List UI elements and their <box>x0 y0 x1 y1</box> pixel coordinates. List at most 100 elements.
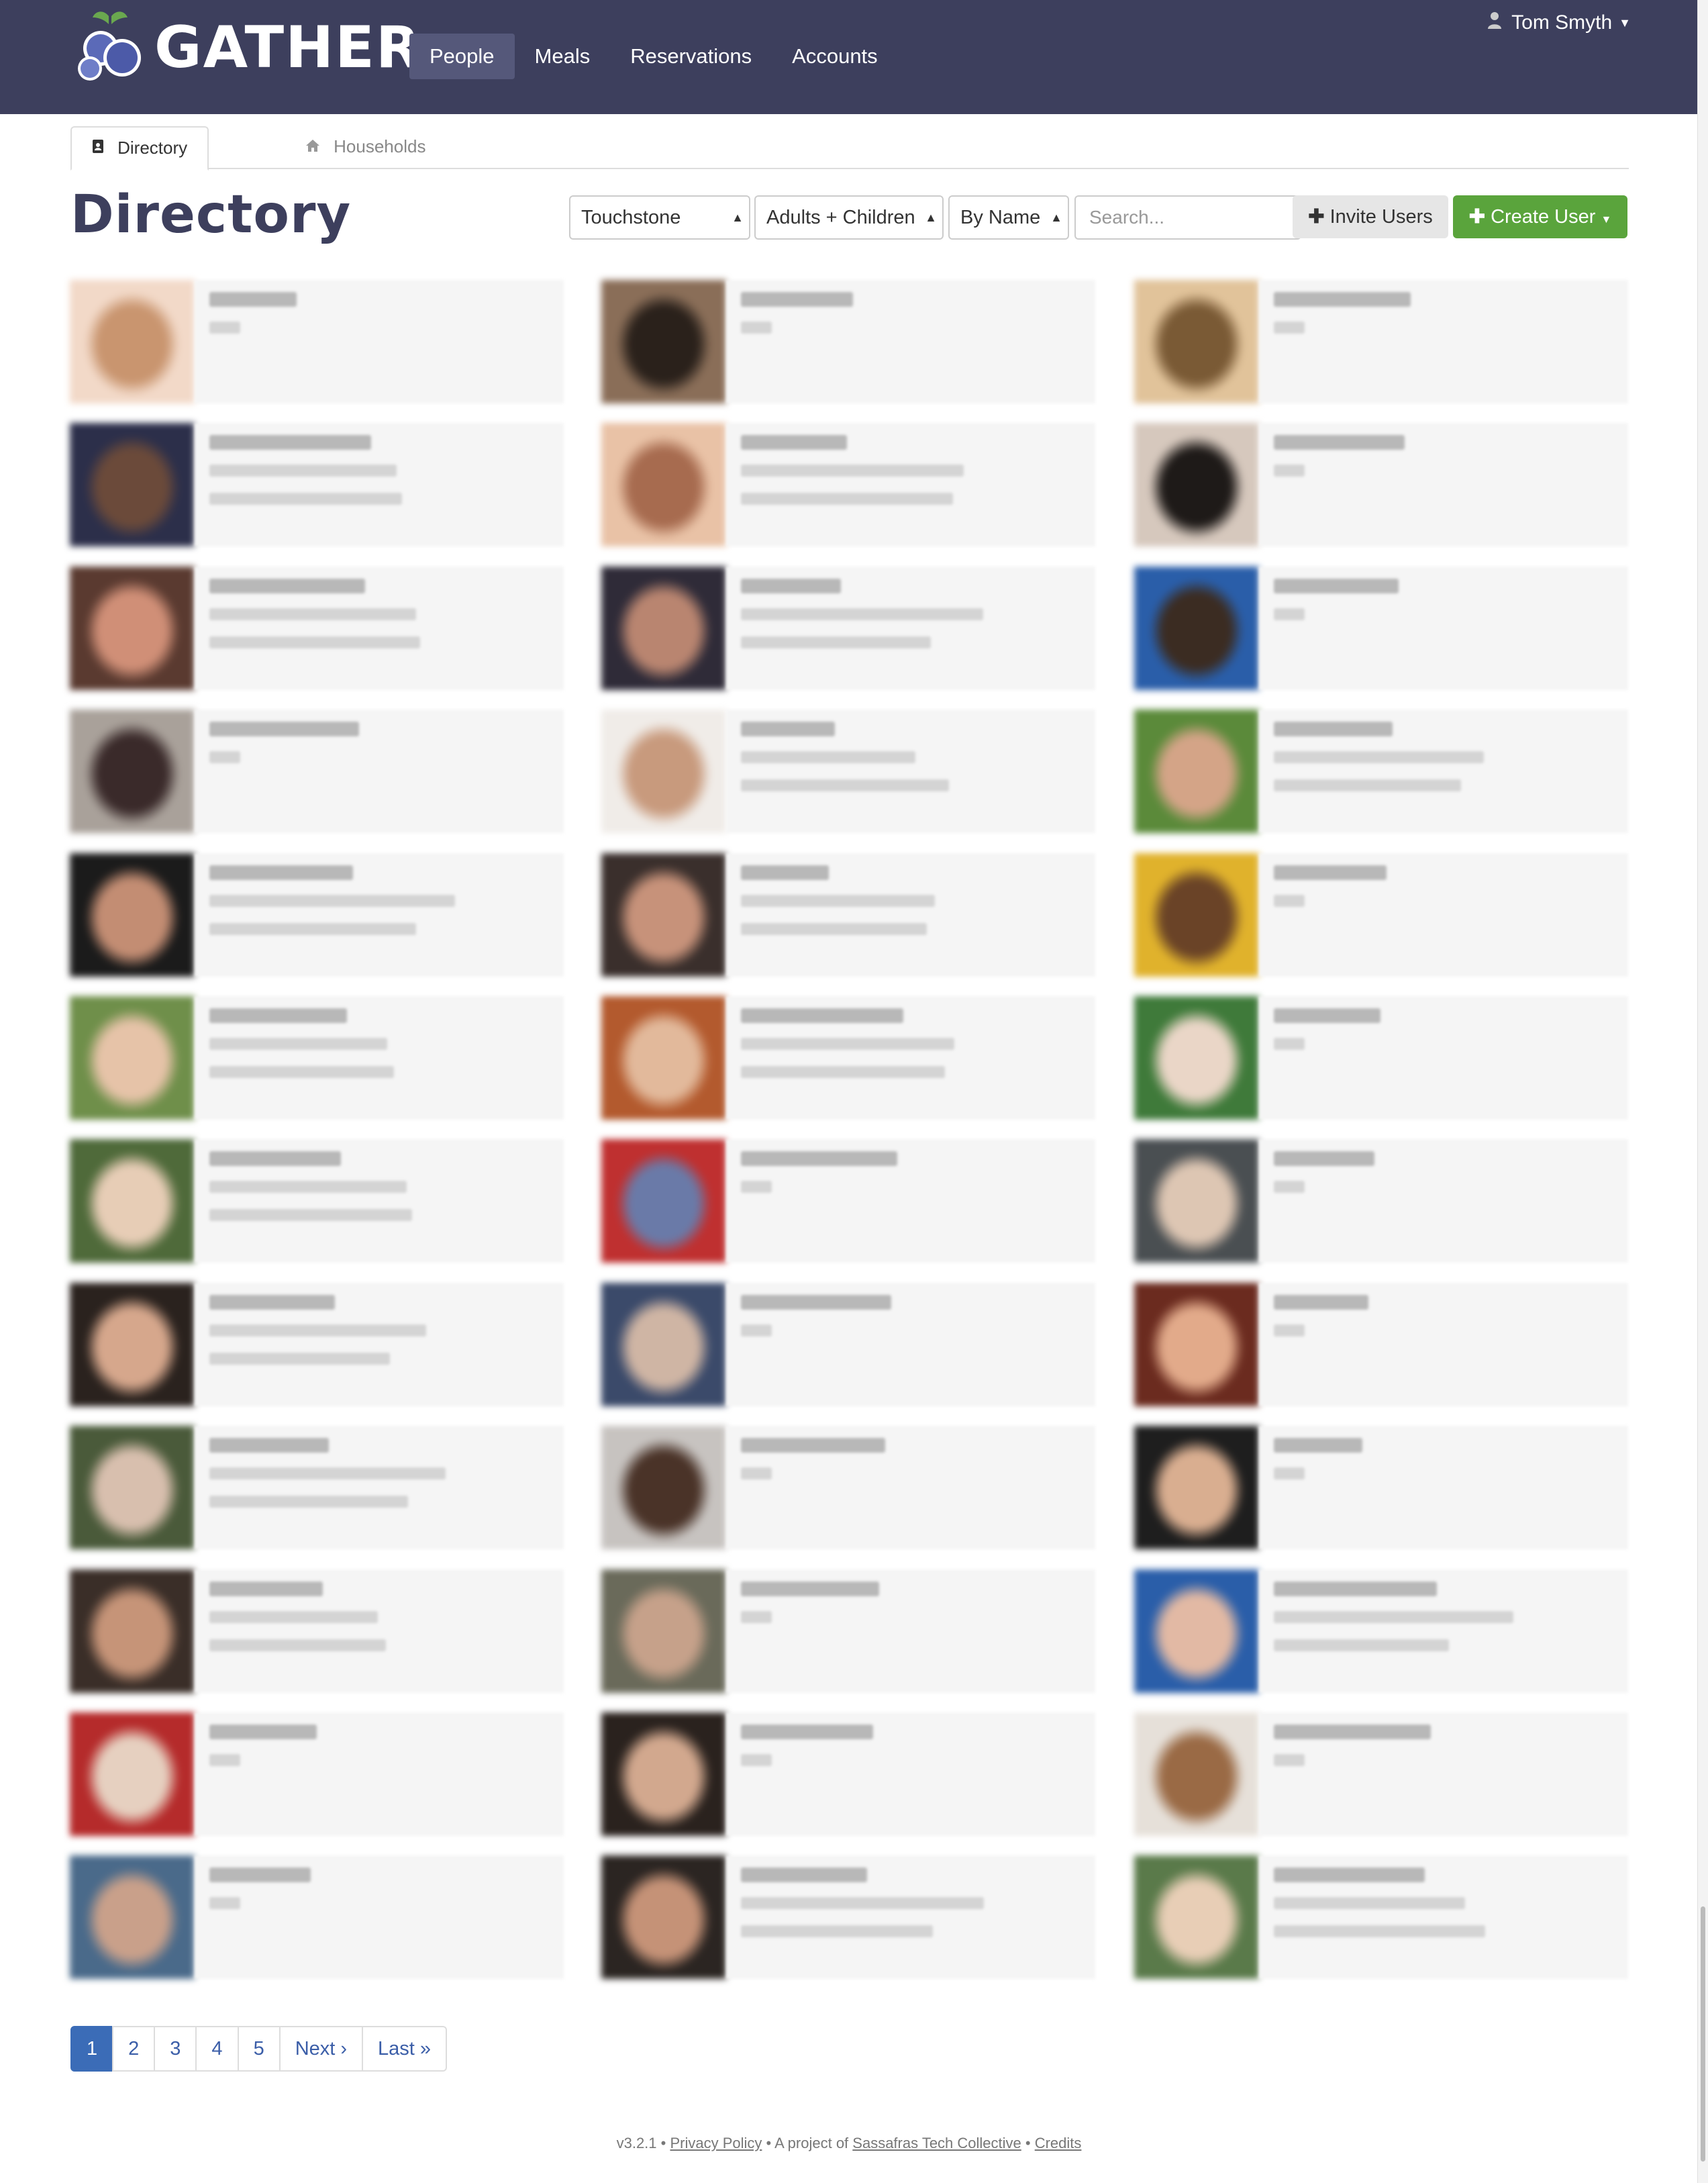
directory-card[interactable] <box>601 1569 1095 1693</box>
person-name-redacted[interactable] <box>1274 1151 1374 1166</box>
directory-card[interactable] <box>70 1712 564 1836</box>
person-name-redacted[interactable] <box>209 722 359 736</box>
directory-card[interactable] <box>1134 1283 1628 1406</box>
person-name-redacted[interactable] <box>209 292 297 307</box>
page-3-link[interactable]: 3 <box>154 2026 197 2072</box>
scrollbar-thumb[interactable] <box>1701 1906 1705 2162</box>
nav-people[interactable]: People <box>409 34 515 79</box>
profile-photo[interactable] <box>1134 567 1259 690</box>
person-name-redacted[interactable] <box>209 1725 317 1739</box>
person-name-redacted[interactable] <box>741 1725 873 1739</box>
profile-photo[interactable] <box>1134 1855 1259 1979</box>
person-name-redacted[interactable] <box>741 1582 879 1596</box>
profile-photo[interactable] <box>70 1426 195 1549</box>
profile-photo[interactable] <box>70 280 195 403</box>
directory-card[interactable] <box>601 1283 1095 1406</box>
directory-card[interactable] <box>1134 1139 1628 1263</box>
directory-card[interactable] <box>1134 853 1628 977</box>
invite-users-button[interactable]: ✚ Invite Users <box>1293 195 1448 238</box>
directory-card[interactable] <box>601 853 1095 977</box>
sassafras-link[interactable]: Sassafras Tech Collective <box>852 2135 1021 2151</box>
directory-card[interactable] <box>70 1569 564 1693</box>
brand-logo[interactable]: GATHER <box>70 11 421 85</box>
page-5-link[interactable]: 5 <box>237 2026 281 2072</box>
directory-card[interactable] <box>1134 280 1628 403</box>
directory-card[interactable] <box>601 996 1095 1120</box>
profile-photo[interactable] <box>601 853 726 977</box>
directory-card[interactable] <box>1134 1426 1628 1549</box>
person-name-redacted[interactable] <box>1274 1438 1362 1453</box>
credits-link[interactable]: Credits <box>1035 2135 1082 2151</box>
directory-card[interactable] <box>601 567 1095 690</box>
profile-photo[interactable] <box>70 996 195 1120</box>
person-name-redacted[interactable] <box>741 1008 903 1023</box>
nav-reservations[interactable]: Reservations <box>610 34 772 79</box>
directory-card[interactable] <box>70 996 564 1120</box>
directory-card[interactable] <box>70 1426 564 1549</box>
person-name-redacted[interactable] <box>1274 579 1399 593</box>
profile-photo[interactable] <box>1134 423 1259 546</box>
person-name-redacted[interactable] <box>209 435 371 450</box>
profile-photo[interactable] <box>1134 996 1259 1120</box>
person-name-redacted[interactable] <box>1274 292 1411 307</box>
page-2-link[interactable]: 2 <box>112 2026 156 2072</box>
profile-photo[interactable] <box>601 996 726 1120</box>
nav-accounts[interactable]: Accounts <box>772 34 898 79</box>
person-name-redacted[interactable] <box>209 1438 329 1453</box>
person-name-redacted[interactable] <box>1274 1295 1368 1310</box>
directory-card[interactable] <box>70 423 564 546</box>
profile-photo[interactable] <box>601 1426 726 1549</box>
tab-households[interactable]: Households <box>285 126 446 166</box>
directory-card[interactable] <box>601 1426 1095 1549</box>
last-page-link[interactable]: Last » <box>362 2026 448 2072</box>
profile-photo[interactable] <box>1134 1426 1259 1549</box>
directory-card[interactable] <box>601 1712 1095 1836</box>
profile-photo[interactable] <box>1134 710 1259 833</box>
person-name-redacted[interactable] <box>209 865 353 880</box>
person-name-redacted[interactable] <box>741 1151 897 1166</box>
person-name-redacted[interactable] <box>741 1295 891 1310</box>
person-name-redacted[interactable] <box>741 1438 885 1453</box>
person-name-redacted[interactable] <box>209 1295 335 1310</box>
person-name-redacted[interactable] <box>209 579 365 593</box>
profile-photo[interactable] <box>1134 853 1259 977</box>
directory-card[interactable] <box>70 1283 564 1406</box>
directory-card[interactable] <box>601 1855 1095 1979</box>
profile-photo[interactable] <box>601 1569 726 1693</box>
person-name-redacted[interactable] <box>209 1151 341 1166</box>
page-scrollbar[interactable] <box>1697 0 1708 2183</box>
directory-card[interactable] <box>70 710 564 833</box>
next-page-link[interactable]: Next › <box>279 2026 364 2072</box>
directory-card[interactable] <box>601 1139 1095 1263</box>
directory-card[interactable] <box>601 280 1095 403</box>
person-name-redacted[interactable] <box>209 1867 311 1882</box>
person-name-redacted[interactable] <box>1274 1008 1380 1023</box>
directory-card[interactable] <box>1134 996 1628 1120</box>
profile-photo[interactable] <box>70 567 195 690</box>
age-select[interactable]: Adults + Children ▲ <box>754 195 944 240</box>
page-1-link[interactable]: 1 <box>70 2026 114 2072</box>
profile-photo[interactable] <box>70 1569 195 1693</box>
page-4-link[interactable]: 4 <box>195 2026 239 2072</box>
directory-card[interactable] <box>1134 1855 1628 1979</box>
directory-card[interactable] <box>70 853 564 977</box>
person-name-redacted[interactable] <box>741 722 835 736</box>
person-name-redacted[interactable] <box>209 1008 347 1023</box>
person-name-redacted[interactable] <box>1274 1725 1431 1739</box>
profile-photo[interactable] <box>601 1139 726 1263</box>
directory-card[interactable] <box>70 280 564 403</box>
directory-card[interactable] <box>70 1855 564 1979</box>
profile-photo[interactable] <box>70 853 195 977</box>
person-name-redacted[interactable] <box>741 435 847 450</box>
profile-photo[interactable] <box>70 710 195 833</box>
person-name-redacted[interactable] <box>1274 1582 1437 1596</box>
profile-photo[interactable] <box>601 1855 726 1979</box>
person-name-redacted[interactable] <box>741 579 841 593</box>
tab-directory[interactable]: Directory <box>70 126 209 171</box>
person-name-redacted[interactable] <box>741 865 829 880</box>
profile-photo[interactable] <box>1134 1569 1259 1693</box>
profile-photo[interactable] <box>70 1855 195 1979</box>
directory-card[interactable] <box>70 1139 564 1263</box>
profile-photo[interactable] <box>601 423 726 546</box>
profile-photo[interactable] <box>601 710 726 833</box>
